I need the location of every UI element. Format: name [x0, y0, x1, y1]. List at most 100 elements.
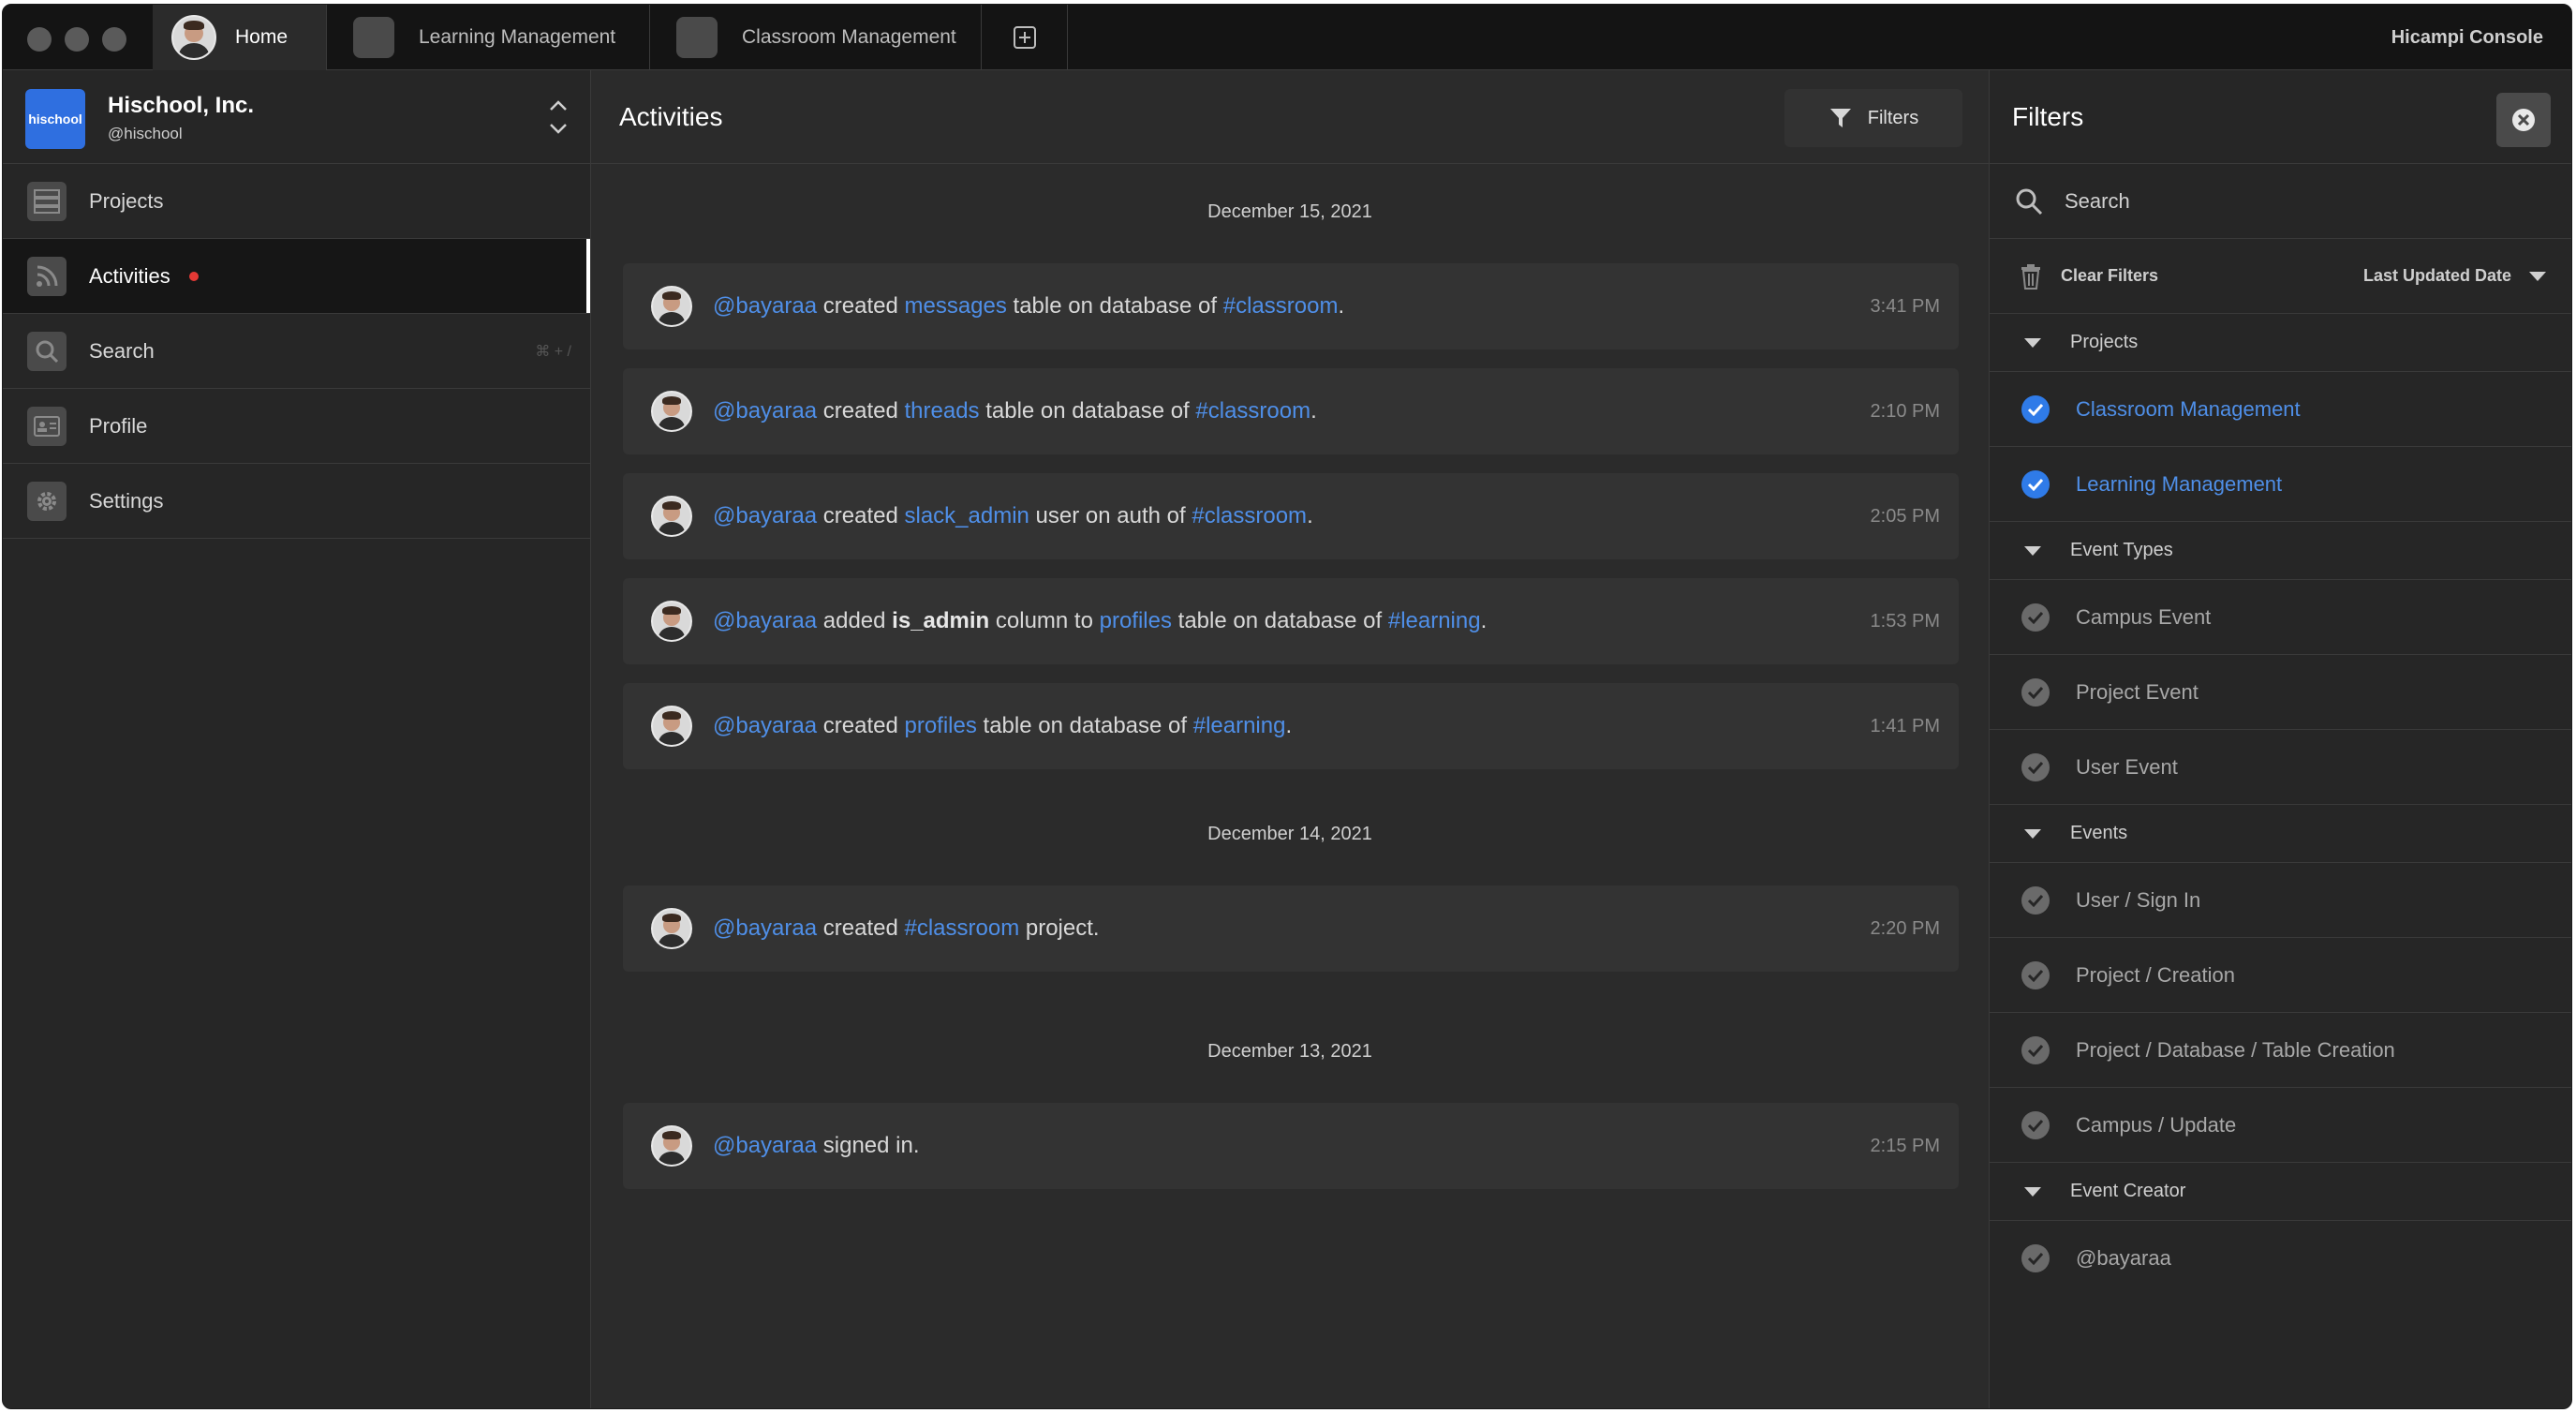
activity-text-part: user on auth of	[1029, 503, 1192, 528]
activity-text: @bayaraa created threads table on databa…	[713, 398, 1317, 424]
activity-text: @bayaraa signed in.	[713, 1133, 920, 1159]
filter-option[interactable]: Learning Management	[1990, 447, 2571, 522]
activity-text-part: .	[1480, 608, 1488, 633]
close-window-button[interactable]	[27, 27, 52, 52]
minimize-window-button[interactable]	[65, 27, 89, 52]
user-link[interactable]: @bayaraa	[713, 1133, 817, 1158]
sidebar-item-search[interactable]: Search ⌘ + /	[3, 314, 590, 389]
user-link[interactable]: @bayaraa	[713, 398, 817, 424]
activity-text-part: .	[1338, 293, 1345, 319]
trash-icon	[2021, 263, 2040, 290]
user-avatar	[651, 496, 692, 537]
filter-option[interactable]: Classroom Management	[1990, 372, 2571, 447]
filter-option[interactable]: Project / Database / Table Creation	[1990, 1013, 2571, 1088]
filter-option[interactable]: Campus / Update	[1990, 1088, 2571, 1163]
project-link[interactable]: #learning	[1388, 608, 1481, 633]
user-avatar	[651, 286, 692, 327]
activity-text: @bayaraa created slack_admin user on aut…	[713, 503, 1313, 529]
filter-option-label: Campus / Update	[2076, 1112, 2237, 1137]
activity-item[interactable]: @bayaraa added is_admin column to profil…	[623, 578, 1959, 664]
activity-text: @bayaraa created #classroom project.	[713, 915, 1100, 942]
search-icon	[2016, 188, 2043, 215]
activity-text-part: .	[1310, 398, 1317, 424]
filter-section-projects[interactable]: Projects	[1990, 314, 2571, 372]
check-circle-icon	[2021, 885, 2050, 915]
activity-item[interactable]: @bayaraa created messages table on datab…	[623, 263, 1959, 350]
close-filters-button[interactable]	[2496, 93, 2551, 147]
rss-icon	[27, 256, 67, 296]
project-icon	[353, 17, 394, 58]
org-handle: @hischool	[108, 125, 183, 142]
activity-item[interactable]: @bayaraa signed in. 2:15 PM	[623, 1103, 1959, 1189]
tab-home[interactable]: Home	[153, 5, 327, 70]
filter-actions: Clear Filters Last Updated Date	[1990, 239, 2571, 314]
filter-icon	[1829, 109, 1851, 127]
activity-item[interactable]: @bayaraa created #classroom project. 2:2…	[623, 885, 1959, 972]
id-card-icon	[27, 406, 67, 446]
section-label: Events	[2070, 823, 2128, 843]
tab-label: Home	[235, 26, 289, 48]
filter-option[interactable]: Project / Creation	[1990, 938, 2571, 1013]
org-switcher[interactable]: hischool Hischool, Inc. @hischool	[3, 70, 590, 164]
caret-down-icon	[2024, 337, 2041, 348]
filters-button[interactable]: Filters	[1784, 89, 1962, 147]
project-link[interactable]: #classroom	[1192, 503, 1307, 528]
activity-text-part: .	[1285, 713, 1293, 738]
activity-time: 1:53 PM	[1870, 610, 1940, 632]
zoom-window-button[interactable]	[102, 27, 126, 52]
page-title: Activities	[619, 102, 723, 131]
caret-down-icon	[2024, 545, 2041, 556]
gear-icon	[27, 481, 67, 521]
activity-time: 2:15 PM	[1870, 1135, 1940, 1156]
resource-link[interactable]: messages	[904, 293, 1006, 319]
project-link[interactable]: #learning	[1193, 713, 1286, 738]
clear-filters-label: Clear Filters	[2061, 266, 2159, 285]
activity-time: 3:41 PM	[1870, 295, 1940, 317]
activity-item[interactable]: @bayaraa created slack_admin user on aut…	[623, 473, 1959, 559]
sort-dropdown[interactable]: Last Updated Date	[2363, 266, 2547, 286]
sidebar-item-profile[interactable]: Profile	[3, 389, 590, 464]
resource-link[interactable]: slack_admin	[904, 503, 1029, 528]
activity-item[interactable]: @bayaraa created profiles table on datab…	[623, 683, 1959, 769]
activity-time: 2:05 PM	[1870, 505, 1940, 527]
sidebar-item-settings[interactable]: Settings	[3, 464, 590, 539]
filter-option[interactable]: User / Sign In	[1990, 863, 2571, 938]
filter-option[interactable]: Project Event	[1990, 655, 2571, 730]
activity-item[interactable]: @bayaraa created threads table on databa…	[623, 368, 1959, 454]
window-controls	[27, 27, 126, 52]
filter-option-label: Project / Database / Table Creation	[2076, 1037, 2395, 1062]
filter-section-event-types[interactable]: Event Types	[1990, 522, 2571, 580]
filter-option[interactable]: @bayaraa	[1990, 1221, 2571, 1296]
sidebar: hischool Hischool, Inc. @hischool Projec…	[3, 70, 591, 1408]
activity-text: @bayaraa created profiles table on datab…	[713, 713, 1292, 739]
project-link[interactable]: #classroom	[1223, 293, 1339, 319]
tab-learning-management[interactable]: Learning Management	[327, 5, 650, 70]
org-logo: hischool	[25, 89, 85, 149]
user-link[interactable]: @bayaraa	[713, 608, 817, 633]
user-link[interactable]: @bayaraa	[713, 503, 817, 528]
user-link[interactable]: @bayaraa	[713, 293, 817, 319]
check-circle-icon	[2021, 394, 2050, 424]
filter-option[interactable]: Campus Event	[1990, 580, 2571, 655]
tab-classroom-management[interactable]: Classroom Management	[650, 5, 982, 70]
new-tab-button[interactable]	[982, 5, 1068, 70]
resource-link[interactable]: threads	[904, 398, 979, 424]
sidebar-item-activities[interactable]: Activities	[3, 239, 590, 314]
filter-section-events[interactable]: Events	[1990, 805, 2571, 863]
clear-filters-button[interactable]: Clear Filters	[2020, 263, 2158, 290]
chevron-up-down-icon[interactable]	[547, 95, 570, 140]
sidebar-item-projects[interactable]: Projects	[3, 164, 590, 239]
title-bar: Home Learning Management Classroom Manag…	[3, 5, 2571, 70]
resource-link[interactable]: profiles	[904, 713, 976, 738]
filter-section-event-creator[interactable]: Event Creator	[1990, 1163, 2571, 1221]
project-link[interactable]: #classroom	[904, 915, 1019, 941]
filter-search-input[interactable]: Search	[1990, 164, 2571, 239]
activity-text: @bayaraa created messages table on datab…	[713, 293, 1344, 320]
filter-option[interactable]: User Event	[1990, 730, 2571, 805]
project-link[interactable]: #classroom	[1195, 398, 1310, 424]
user-link[interactable]: @bayaraa	[713, 915, 817, 941]
check-circle-icon	[2021, 1035, 2050, 1064]
resource-link[interactable]: profiles	[1100, 608, 1172, 633]
user-link[interactable]: @bayaraa	[713, 713, 817, 738]
check-circle-icon	[2021, 677, 2050, 706]
